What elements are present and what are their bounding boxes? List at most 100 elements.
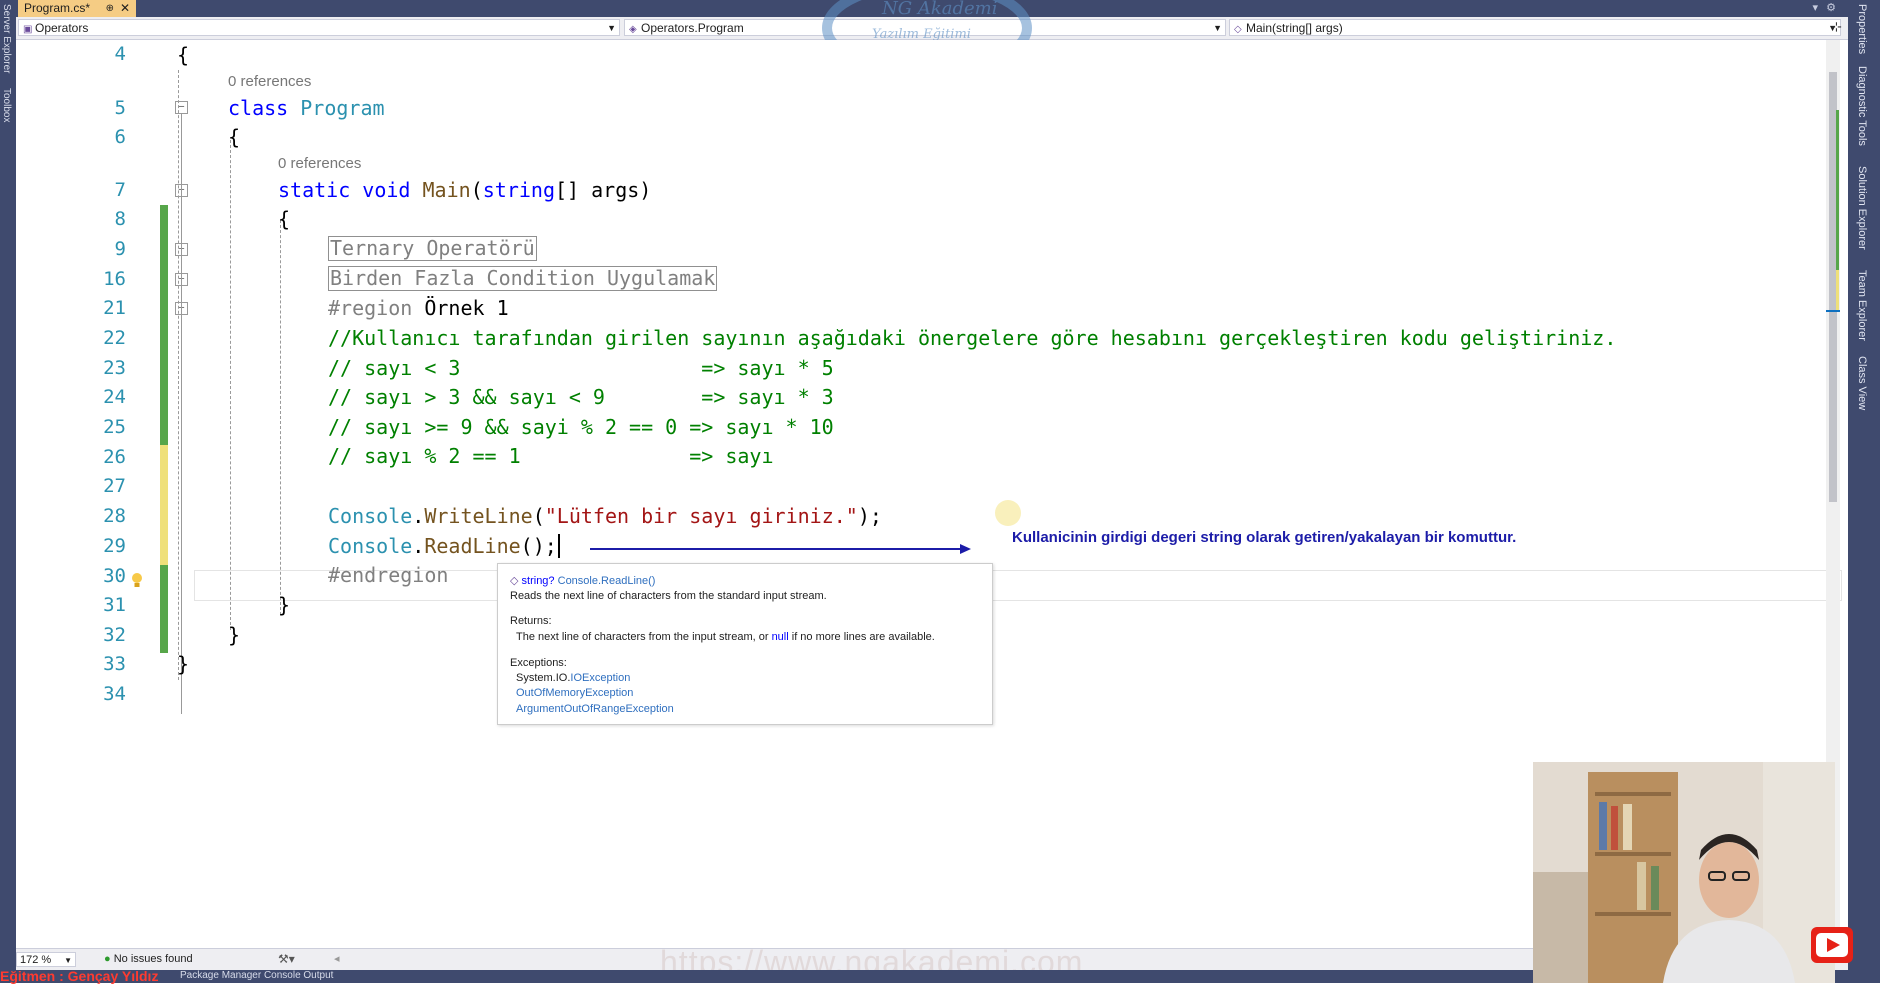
collapsed-region-ternary[interactable]: Ternary Operatörü bbox=[328, 236, 537, 261]
code-line-28: Console.WriteLine("Lütfen bir sayı girin… bbox=[328, 504, 882, 528]
line-number: 33 bbox=[103, 653, 126, 675]
member-dropdown-label: Main(string[] args) bbox=[1246, 21, 1343, 35]
line-number: 4 bbox=[114, 43, 126, 65]
tooltip-exception-ioexception[interactable]: System.IO.IOException bbox=[516, 672, 630, 684]
unsaved-lines-marker bbox=[160, 445, 168, 565]
line-number: 29 bbox=[103, 535, 126, 557]
changed-lines-marker bbox=[160, 205, 168, 385]
tooltip-returns-label: Returns: bbox=[510, 615, 552, 627]
tooltip-summary: Reads the next line of characters from t… bbox=[510, 590, 827, 602]
zoom-dropdown[interactable]: 172 % ▼ bbox=[16, 952, 76, 967]
chevron-down-icon: ▼ bbox=[607, 23, 616, 33]
scrollbar-change-mark bbox=[1836, 270, 1839, 310]
youtube-icon[interactable] bbox=[1811, 927, 1853, 963]
line-number: 32 bbox=[103, 624, 126, 646]
code-line-29: Console.ReadLine(); bbox=[328, 534, 560, 558]
line-number: 25 bbox=[103, 416, 126, 438]
line-number: 30 bbox=[103, 565, 126, 587]
code-line-31: } bbox=[278, 593, 291, 617]
close-icon[interactable]: ✕ bbox=[120, 0, 130, 17]
right-tool-rail: Properties Diagnostic Tools Solution Exp… bbox=[1848, 0, 1880, 983]
code-line-22: //Kullanıcı tarafından girilen sayının a… bbox=[328, 326, 1617, 350]
code-line-8: { bbox=[278, 207, 291, 231]
team-explorer-tab[interactable]: Team Explorer bbox=[1856, 270, 1868, 341]
tooltip-signature: ◇ string? Console.ReadLine() bbox=[510, 575, 656, 587]
annotation-text: Kullanicinin girdigi degeri string olara… bbox=[1012, 529, 1517, 546]
code-line-24: // sayı > 3 && sayı < 9 => sayı * 3 bbox=[328, 385, 834, 409]
annotation-arrow bbox=[590, 544, 971, 554]
project-dropdown[interactable]: ▣ Operators ▼ bbox=[18, 19, 620, 36]
class-icon: ◈ bbox=[629, 24, 637, 35]
codelens-references[interactable]: 0 references bbox=[228, 73, 311, 90]
tooltip-exceptions-label: Exceptions: bbox=[510, 657, 567, 669]
tab-dropdown-icon[interactable]: ▾ bbox=[1812, 1, 1818, 14]
tab-program-cs[interactable]: Program.cs* ⊕ ✕ bbox=[18, 0, 136, 17]
code-line-5: class Program bbox=[228, 96, 385, 120]
line-number: 23 bbox=[103, 357, 126, 379]
collapse-icon[interactable]: − bbox=[175, 101, 188, 114]
settings-gear-icon[interactable]: ⚙ bbox=[1826, 1, 1836, 14]
tooltip-exception-argumentoutofrange[interactable]: ArgumentOutOfRangeException bbox=[516, 703, 674, 715]
line-number: 34 bbox=[103, 683, 126, 705]
diagnostic-tools-tab[interactable]: Diagnostic Tools bbox=[1856, 66, 1868, 146]
project-dropdown-label: Operators bbox=[35, 21, 89, 35]
lightbulb-icon[interactable] bbox=[130, 572, 144, 590]
quickinfo-tooltip: ◇ string? Console.ReadLine() Reads the n… bbox=[497, 563, 993, 725]
changed-lines-marker bbox=[160, 565, 168, 653]
tooltip-exception-outofmemory[interactable]: OutOfMemoryException bbox=[516, 687, 633, 699]
tooltip-returns-text: The next line of characters from the inp… bbox=[516, 631, 935, 643]
split-window-icon[interactable]: ⊹ bbox=[1831, 19, 1842, 35]
cursor-highlight bbox=[995, 500, 1021, 526]
line-number: 21 bbox=[103, 297, 126, 319]
line-number: 6 bbox=[114, 126, 126, 148]
code-line-33: } bbox=[177, 652, 190, 676]
codelens-references[interactable]: 0 references bbox=[278, 155, 361, 172]
presenter-video-frame bbox=[1533, 762, 1835, 983]
code-line-26: // sayı % 2 == 1 => sayı bbox=[328, 444, 774, 468]
issues-indicator[interactable]: ● No issues found bbox=[104, 953, 193, 965]
toolbox-tab[interactable]: Toolbox bbox=[1, 88, 12, 122]
code-line-7: static void Main(string[] args) bbox=[278, 178, 652, 202]
bottom-panel-tabs[interactable]: Package Manager Console Output bbox=[180, 970, 333, 981]
text-cursor bbox=[557, 534, 560, 558]
indent-guide bbox=[230, 140, 231, 630]
method-icon: ◇ bbox=[510, 575, 519, 587]
pin-icon[interactable]: ⊕ bbox=[106, 0, 114, 17]
line-number: 26 bbox=[103, 446, 126, 468]
indent-guide bbox=[280, 220, 281, 615]
code-line-30: #endregion bbox=[328, 563, 449, 587]
code-line-6: { bbox=[228, 125, 241, 149]
check-circle-icon: ● bbox=[104, 953, 111, 965]
line-number: 7 bbox=[114, 179, 126, 201]
line-number: 5 bbox=[114, 97, 126, 119]
presenter-caption: Eğitmen : Gençay Yıldız bbox=[0, 968, 159, 984]
webcam-overlay bbox=[1533, 762, 1835, 983]
properties-tab[interactable]: Properties bbox=[1856, 4, 1868, 54]
code-line-4: { bbox=[177, 43, 190, 67]
line-number: 9 bbox=[114, 238, 126, 260]
zoom-value: 172 % bbox=[20, 954, 52, 966]
line-number: 16 bbox=[103, 268, 126, 290]
csharp-project-icon: ▣ bbox=[23, 24, 33, 35]
server-explorer-tab[interactable]: Server Explorer bbox=[1, 4, 12, 73]
solution-explorer-tab[interactable]: Solution Explorer bbox=[1856, 166, 1868, 250]
line-number: 28 bbox=[103, 505, 126, 527]
issues-text: No issues found bbox=[113, 953, 193, 965]
left-tool-rail: Server Explorer Toolbox bbox=[0, 0, 16, 983]
class-view-tab[interactable]: Class View bbox=[1856, 356, 1868, 410]
line-number: 24 bbox=[103, 386, 126, 408]
collapsed-region-multi-condition[interactable]: Birden Fazla Condition Uygulamak bbox=[328, 266, 718, 291]
line-number: 27 bbox=[103, 475, 126, 497]
code-line-23: // sayı < 3 => sayı * 5 bbox=[328, 356, 834, 380]
chevron-down-icon: ▼ bbox=[64, 956, 72, 965]
line-number: 22 bbox=[103, 327, 126, 349]
line-number: 31 bbox=[103, 594, 126, 616]
indent-guide bbox=[178, 70, 179, 680]
method-icon: ◇ bbox=[1234, 24, 1242, 35]
code-line-32: } bbox=[228, 623, 241, 647]
member-dropdown[interactable]: ◇ Main(string[] args) ▼ bbox=[1229, 19, 1841, 36]
code-line-25: // sayı >= 9 && sayi % 2 == 0 => sayı * … bbox=[328, 415, 834, 439]
code-cleanup-icon[interactable]: ⚒▾ bbox=[278, 952, 295, 966]
code-line-21: #region Örnek 1 bbox=[328, 296, 509, 320]
scroll-left-icon[interactable]: ◂ bbox=[334, 952, 340, 965]
